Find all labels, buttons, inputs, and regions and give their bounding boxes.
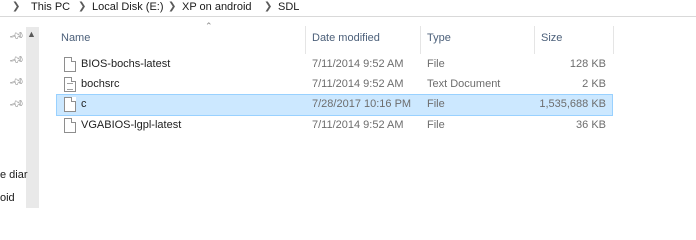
file-date-modified: 7/11/2014 9:52 AM: [312, 58, 404, 70]
file-row-selected[interactable]: c 7/28/2017 10:16 PM File 1,535,688 KB: [56, 94, 613, 116]
chevron-right-icon[interactable]: ❯: [12, 1, 20, 12]
sort-ascending-icon: ⌃: [205, 21, 213, 31]
column-header-name[interactable]: Name: [61, 32, 90, 44]
column-header-date-modified[interactable]: Date modified: [312, 32, 380, 44]
file-row[interactable]: bochsrc 7/11/2014 9:52 AM Text Document …: [57, 75, 612, 95]
column-divider[interactable]: [613, 26, 614, 54]
file-type: File: [427, 58, 445, 70]
column-divider[interactable]: [420, 26, 421, 54]
column-divider[interactable]: [305, 26, 306, 54]
file-name: c: [81, 98, 87, 110]
file-row[interactable]: BIOS-bochs-latest 7/11/2014 9:52 AM File…: [57, 55, 612, 75]
file-date-modified: 7/11/2014 9:52 AM: [312, 78, 404, 90]
file-name: VGABIOS-lgpl-latest: [81, 119, 182, 131]
file-icon: [64, 57, 76, 72]
file-row[interactable]: VGABIOS-lgpl-latest 7/11/2014 9:52 AM Fi…: [57, 116, 612, 136]
file-type: File: [427, 119, 445, 131]
nav-item-partial[interactable]: e diar: [0, 169, 28, 181]
breadcrumb-sdl[interactable]: SDL: [278, 1, 299, 13]
column-divider[interactable]: [534, 26, 535, 54]
chevron-right-icon[interactable]: ❯: [168, 1, 176, 12]
file-size: 128 KB: [569, 58, 606, 70]
pin-icon[interactable]: 📌︎: [8, 52, 25, 68]
column-header-size[interactable]: Size: [541, 32, 562, 44]
file-type: Text Document: [427, 78, 501, 90]
file-date-modified: 7/11/2014 9:52 AM: [312, 119, 404, 131]
chevron-right-icon[interactable]: ❯: [264, 1, 272, 12]
breadcrumb-local-disk[interactable]: Local Disk (E:): [92, 1, 164, 13]
pin-icon[interactable]: 📌︎: [8, 74, 25, 90]
file-name: BIOS-bochs-latest: [81, 58, 171, 70]
file-size: 36 KB: [576, 119, 606, 131]
breadcrumb-xp-on-android[interactable]: XP on android: [182, 1, 252, 13]
breadcrumb-this-pc[interactable]: This PC: [31, 1, 70, 13]
navigation-pane: 📌︎ 📌︎ 📌︎ 📌︎ ▲ e diar oid: [0, 17, 40, 208]
pin-icon[interactable]: 📌︎: [8, 28, 25, 44]
chevron-right-icon[interactable]: ❯: [78, 1, 86, 12]
column-header-row: ⌃ Name Date modified Type Size: [40, 17, 696, 54]
file-size: 2 KB: [582, 78, 606, 90]
file-icon: [64, 118, 76, 133]
breadcrumb: ❯ This PC ❯ Local Disk (E:) ❯ XP on andr…: [0, 0, 696, 17]
pin-icon[interactable]: 📌︎: [8, 96, 25, 112]
file-name: bochsrc: [81, 78, 120, 90]
file-icon: [64, 97, 76, 112]
file-size: 1,535,688 KB: [539, 98, 606, 110]
scroll-up-arrow-icon[interactable]: ▲: [27, 29, 36, 39]
text-document-icon: [64, 77, 76, 92]
file-type: File: [427, 98, 445, 110]
file-date-modified: 7/28/2017 10:16 PM: [312, 98, 412, 110]
nav-item-partial[interactable]: oid: [0, 192, 15, 204]
column-header-type[interactable]: Type: [427, 32, 451, 44]
